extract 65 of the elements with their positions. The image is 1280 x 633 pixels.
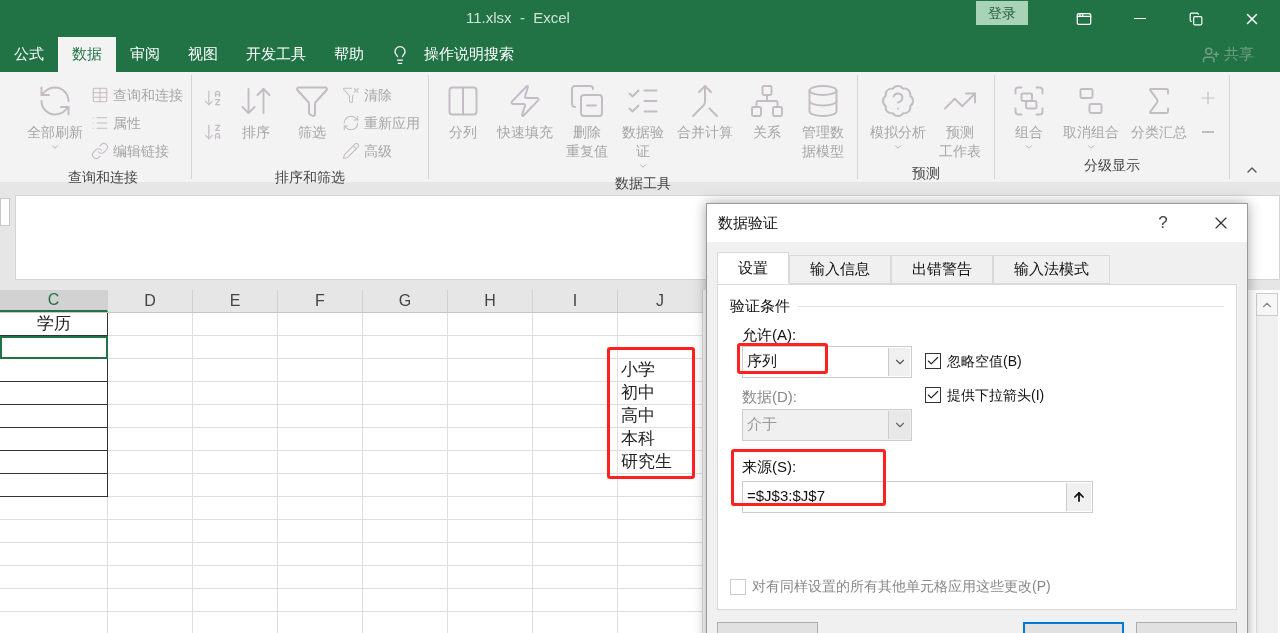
help-button[interactable]: ? (1143, 210, 1183, 236)
field-label: 允许(A): (742, 324, 798, 344)
ribbon-group-label: 排序和筛选 (275, 169, 345, 185)
collapse-dialog-button[interactable] (1066, 482, 1091, 511)
tell-me-search[interactable]: 操作说明搜索 (424, 43, 514, 66)
dialog-tab[interactable]: 输入法模式 (993, 255, 1110, 284)
list-icon (91, 114, 109, 132)
filter-clear-icon (342, 86, 360, 104)
person-add-icon (1202, 45, 1220, 64)
window-options-icon (1076, 10, 1092, 27)
checkbox[interactable] (925, 387, 941, 403)
minimize-icon (1134, 18, 1146, 19)
column-header[interactable]: F (278, 290, 363, 312)
table-icon (91, 86, 109, 104)
column-header[interactable]: I (533, 290, 618, 312)
check-icon (926, 388, 940, 402)
check-icon (926, 354, 940, 368)
sort-descending-icon (203, 122, 223, 142)
table-cell: 研究生 (618, 451, 703, 474)
dialog-title: 数据验证 (718, 212, 779, 233)
pencil-icon (342, 142, 360, 160)
arrow-up-icon (1072, 489, 1086, 504)
restore-icon (1189, 11, 1203, 26)
field-label: 数据(D): (742, 386, 798, 406)
refresh-icon (342, 114, 360, 132)
name-box[interactable] (0, 198, 10, 226)
minus-icon (1202, 131, 1214, 133)
checkbox-label: 忽略空值(B) (947, 351, 1022, 371)
sort-ascending-icon (203, 88, 223, 108)
ribbon-tab[interactable]: 审阅 (116, 37, 174, 72)
link-icon (91, 142, 109, 160)
group-heading: 验证条件 (730, 296, 790, 316)
checkbox-label: 提供下拉箭头(I) (947, 385, 1045, 405)
table-cell: 学历 (0, 313, 108, 336)
sign-in-button[interactable]: 登录 (976, 1, 1028, 25)
ribbon-tab[interactable]: 数据 (58, 37, 116, 72)
source-field[interactable]: =$J$3:$J$7 (742, 480, 1093, 513)
network-icon (749, 83, 785, 119)
ribbon-tab[interactable]: 开发工具 (232, 37, 320, 72)
ribbon-group-label: 查询和连接 (68, 169, 138, 185)
dialog-tab[interactable]: 设置 (717, 252, 789, 284)
dialog-tab[interactable]: 输入信息 (789, 255, 891, 284)
field-label: 来源(S): (742, 457, 797, 475)
column-header[interactable]: G (363, 290, 448, 312)
table-cell: 高中 (618, 405, 703, 428)
column-header[interactable]: E (193, 290, 278, 312)
ribbon-tab[interactable]: 视图 (174, 37, 232, 72)
ribbon-group-label: 数据工具 (615, 175, 671, 191)
table-cell: 初中 (618, 382, 703, 405)
copy-minus-icon (569, 83, 605, 119)
column-header[interactable]: C (0, 290, 108, 312)
window-title: 11.xlsx - Excel (466, 8, 570, 29)
column-header[interactable]: J (618, 290, 703, 312)
dialog-tab[interactable]: 出错警告 (891, 255, 993, 284)
ribbon-tab[interactable]: 帮助 (320, 37, 378, 72)
ribbon-group-label: 分级显示 (1084, 157, 1140, 173)
question-badge-icon (880, 83, 916, 119)
table-cell: 本科 (618, 428, 703, 451)
checkbox[interactable] (925, 353, 941, 369)
column-header[interactable]: H (448, 290, 533, 312)
checkbox-label: 对有同样设置的所有其他单元格应用这些更改(P) (752, 577, 1051, 596)
column-header[interactable]: D (108, 290, 193, 312)
table-cell: 小学 (618, 359, 703, 382)
ribbon-group-label: 预测 (912, 165, 940, 181)
ribbon-tab[interactable]: 公式 (0, 37, 58, 72)
